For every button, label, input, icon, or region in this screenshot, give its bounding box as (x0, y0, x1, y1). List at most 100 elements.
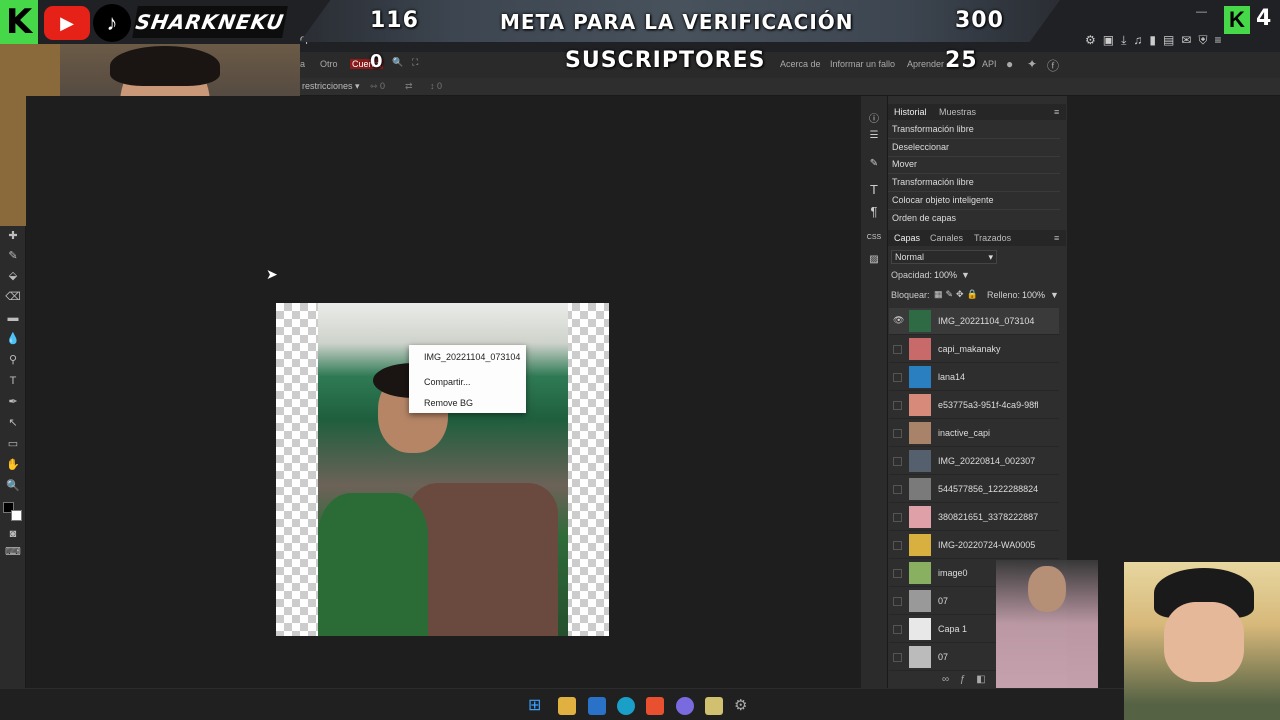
sidebar-icon[interactable]: ▮ (1149, 33, 1156, 48)
blur-icon[interactable]: 💧 (5, 331, 21, 347)
brush-icon[interactable]: ✎ (5, 248, 21, 264)
tab-trazados[interactable]: Trazados (974, 233, 1011, 243)
download-icon[interactable]: ⤓ (1121, 33, 1126, 48)
context-menu-share[interactable]: Compartir... (424, 377, 471, 387)
app-icon[interactable] (705, 697, 723, 715)
type-tool-icon[interactable]: T (5, 373, 21, 389)
search-icon[interactable]: 🔍 (392, 57, 403, 68)
width-field[interactable]: ⇿ 0 (370, 81, 385, 92)
fill-dropdown-icon[interactable]: ▼ (1050, 290, 1059, 300)
layer-footer-icons[interactable]: ∞ ƒ ◧ (942, 674, 990, 685)
panel-menu-icon[interactable]: ≡ (1054, 233, 1059, 243)
history-item[interactable]: Transformación libre (892, 177, 974, 187)
constraint-select[interactable]: restricciones ▾ (302, 81, 360, 92)
history-item[interactable]: Transformación libre (892, 124, 974, 134)
minimize-icon[interactable]: — (1196, 6, 1207, 19)
discord-icon[interactable] (676, 697, 694, 715)
visibility-toggle[interactable] (893, 457, 902, 466)
paragraph-icon[interactable]: ¶ (866, 204, 882, 219)
visibility-toggle[interactable] (893, 653, 902, 662)
tab-canales[interactable]: Canales (930, 233, 963, 243)
tab-muestras[interactable]: Muestras (939, 107, 976, 117)
layer-row[interactable]: 380821651_3378222887! (889, 504, 1059, 531)
gradient-icon[interactable]: ▬ (5, 310, 21, 326)
extensions-icon[interactable]: ⚙ (1085, 33, 1096, 48)
brave-icon[interactable] (646, 697, 664, 715)
css-icon[interactable]: CSS (866, 234, 882, 241)
menu-item-api[interactable]: API (982, 59, 997, 69)
wallet-icon[interactable]: ▤ (1163, 33, 1174, 48)
layer-row[interactable]: inactive_capi (889, 420, 1059, 447)
menu-icon[interactable]: ≡ (1214, 33, 1221, 48)
blend-mode-select[interactable]: Normal ▾ (891, 250, 997, 264)
height-field[interactable]: ↕ 0 (430, 81, 442, 91)
reddit-icon[interactable]: ● (1006, 57, 1013, 71)
tab-capas[interactable]: Capas (894, 233, 920, 243)
visibility-toggle[interactable] (893, 513, 902, 522)
visibility-toggle[interactable] (893, 485, 902, 494)
visibility-toggle[interactable] (893, 345, 902, 354)
windows-start-icon[interactable]: ⊞ (528, 697, 546, 715)
file-explorer-icon[interactable] (558, 697, 576, 715)
menu-item[interactable]: a (300, 59, 305, 69)
shape-icon[interactable]: ▭ (5, 436, 21, 452)
quick-mask-icon[interactable]: ◙ (5, 526, 21, 542)
dodge-icon[interactable]: ⚲ (5, 352, 21, 368)
visibility-toggle[interactable] (893, 429, 902, 438)
layer-row[interactable]: lana14 (889, 364, 1059, 391)
layer-row[interactable]: 544577856_1222288824: (889, 476, 1059, 503)
background-color-swatch[interactable] (11, 510, 22, 521)
stamp-icon[interactable]: ⬙ (5, 268, 21, 284)
visibility-toggle[interactable] (893, 541, 902, 550)
healing-brush-icon[interactable]: ✚ (5, 228, 21, 244)
path-select-icon[interactable]: ↖ (5, 415, 21, 431)
pen-icon[interactable]: ✒ (5, 394, 21, 410)
context-menu-title[interactable]: IMG_20221104_073104 (424, 352, 520, 362)
visibility-toggle[interactable] (893, 569, 902, 578)
facebook-icon[interactable]: ⓕ (1047, 57, 1059, 74)
menu-item-fallo[interactable]: Informar un fallo (830, 59, 895, 69)
adjustments-icon[interactable]: ☰ (866, 130, 882, 141)
music-icon[interactable]: ♫ (1133, 33, 1142, 48)
fullscreen-icon[interactable]: ⛶ (412, 57, 418, 68)
history-item[interactable]: Colocar objeto inteligente (892, 195, 994, 205)
menu-item-aprender[interactable]: Aprender (907, 59, 944, 69)
panel-menu-icon[interactable]: ≡ (1054, 107, 1059, 117)
opacity-dropdown-icon[interactable]: ▼ (961, 270, 970, 280)
image-panel-icon[interactable]: ▨ (866, 254, 882, 265)
swap-icon[interactable]: ⇄ (405, 81, 413, 92)
opacity-value[interactable]: 100% (934, 270, 957, 280)
eye-icon[interactable]: 👁 (893, 315, 904, 325)
twitter-icon[interactable]: ✦ (1027, 57, 1037, 71)
context-menu-remove-bg[interactable]: Remove BG (424, 398, 473, 408)
layer-row[interactable]: capi_makanaky (889, 336, 1059, 363)
edge-icon[interactable] (617, 697, 635, 715)
layer-row[interactable]: IMG-20220724-WA0005 (889, 532, 1059, 559)
screenshot-icon[interactable]: ▣ (1103, 33, 1114, 48)
character-icon[interactable]: T (866, 182, 882, 197)
outlook-icon[interactable] (588, 697, 606, 715)
brush-panel-icon[interactable]: ✎ (866, 158, 882, 169)
layer-row[interactable]: 👁 IMG_20221104_073104 (889, 308, 1059, 335)
history-item[interactable]: Mover (892, 159, 917, 169)
layer-row[interactable]: e53775a3-951f-4ca9-98fl (889, 392, 1059, 419)
visibility-toggle[interactable] (893, 373, 902, 382)
settings-gear-icon[interactable]: ⚙ (734, 697, 752, 715)
layer-row[interactable]: IMG_20220814_002307 (889, 448, 1059, 475)
lock-icons[interactable]: ▦✎✥🔒 (934, 289, 981, 300)
menu-item-acerca[interactable]: Acerca de (780, 59, 821, 69)
shield-icon[interactable]: ⛨ (1198, 33, 1207, 48)
info-icon[interactable]: ⓘ (866, 110, 882, 125)
keyboard-icon[interactable]: ⌨ (5, 544, 21, 560)
mail-icon[interactable]: ✉ (1181, 33, 1191, 48)
menu-item-otro[interactable]: Otro (320, 59, 338, 69)
history-item-current[interactable]: Orden de capas (892, 213, 956, 223)
visibility-toggle[interactable] (893, 625, 902, 634)
eraser-icon[interactable]: ⌫ (5, 289, 21, 305)
visibility-toggle[interactable] (893, 401, 902, 410)
hand-icon[interactable]: ✋ (5, 457, 21, 473)
history-item[interactable]: Deseleccionar (892, 142, 949, 152)
tab-historial[interactable]: Historial (894, 107, 927, 117)
zoom-icon[interactable]: 🔍 (5, 478, 21, 494)
visibility-toggle[interactable] (893, 597, 902, 606)
